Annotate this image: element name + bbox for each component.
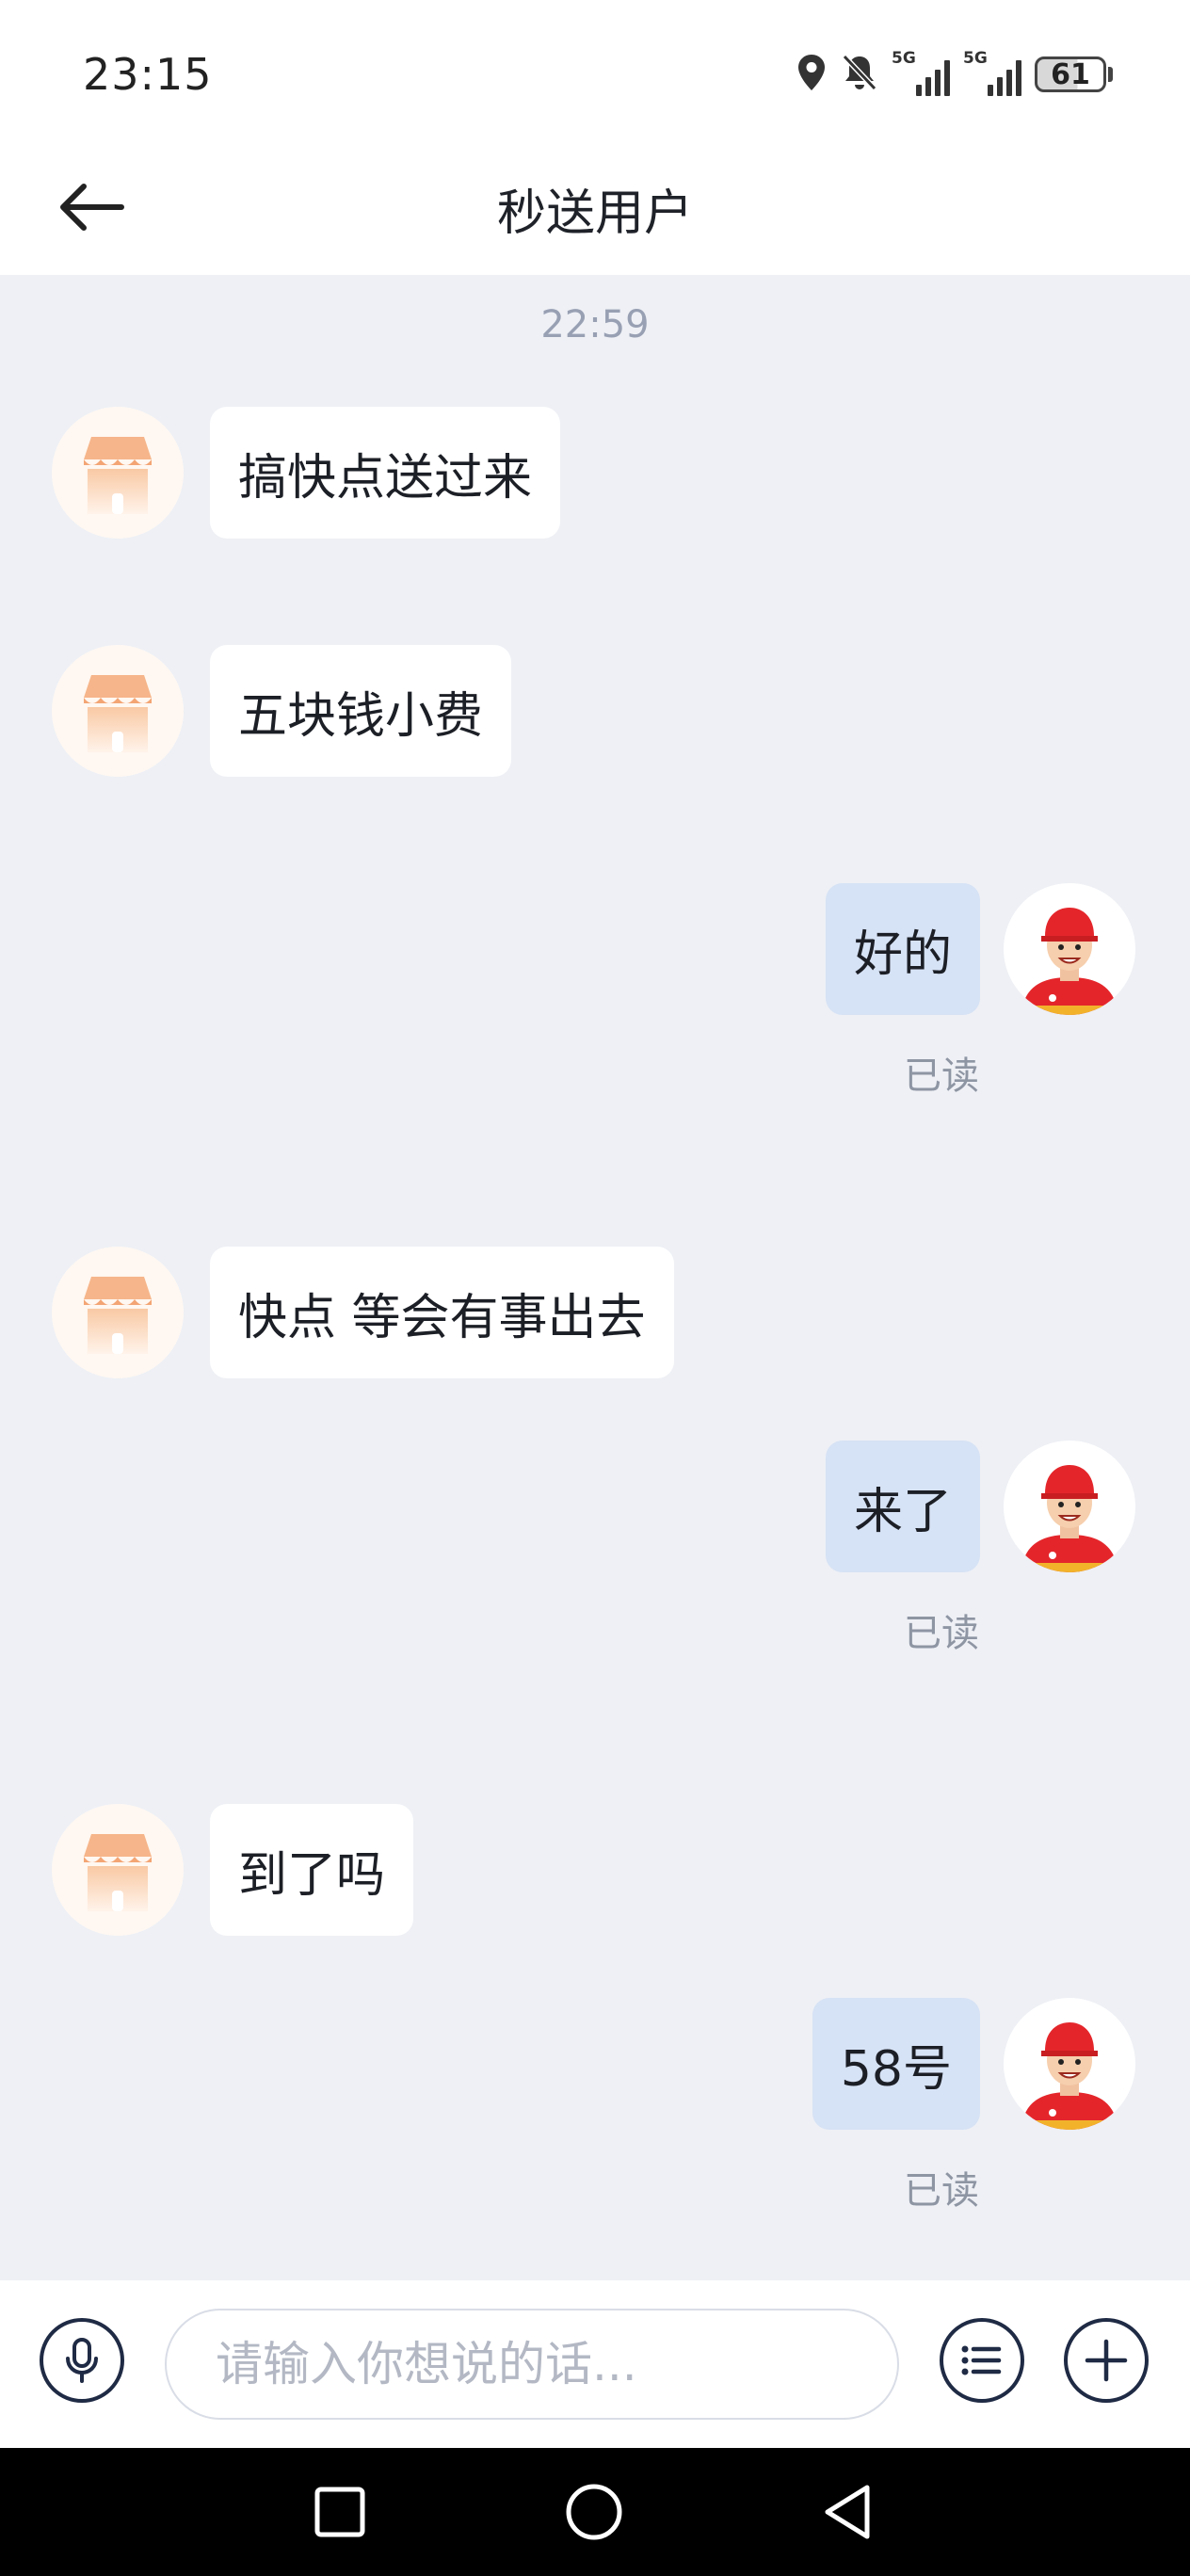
outgoing-message[interactable]: 来了	[825, 1441, 980, 1572]
message-timestamp: 22:59	[540, 303, 650, 346]
more-options-button[interactable]	[1064, 2318, 1149, 2403]
quick-reply-button[interactable]	[940, 2318, 1024, 2403]
store-avatar[interactable]	[52, 1804, 184, 1936]
list-icon	[961, 2345, 1002, 2375]
network-type-label: 5G	[963, 49, 988, 68]
chat-header: 秒送用户	[0, 141, 1190, 275]
read-status: 已读	[904, 1055, 979, 1098]
status-time: 23:15	[83, 49, 213, 100]
outgoing-message[interactable]: 好的	[825, 883, 980, 1015]
home-circle-icon	[566, 2484, 622, 2540]
microphone-icon	[66, 2338, 98, 2383]
store-avatar[interactable]	[52, 1247, 184, 1378]
incoming-message[interactable]: 到了吗	[210, 1804, 414, 1936]
status-icons: 5G 5G 61	[796, 47, 1113, 102]
courier-avatar[interactable]	[1004, 1998, 1135, 2130]
back-nav-button[interactable]	[801, 2469, 895, 2555]
store-avatar[interactable]	[52, 407, 184, 539]
recents-button[interactable]	[293, 2469, 387, 2555]
message-input[interactable]	[165, 2309, 899, 2420]
plus-icon	[1085, 2339, 1128, 2382]
recents-square-icon	[314, 2487, 365, 2537]
store-avatar[interactable]	[52, 645, 184, 777]
signal-icon: 5G	[892, 49, 950, 96]
signal-icon: 5G	[963, 49, 1021, 96]
incoming-message[interactable]: 五块钱小费	[210, 645, 512, 777]
courier-avatar[interactable]	[1004, 1441, 1135, 1572]
system-nav-bar	[0, 2448, 1190, 2576]
status-bar: 23:15 5G 5G 61	[0, 0, 1190, 141]
location-icon	[796, 53, 828, 96]
voice-button[interactable]	[40, 2318, 124, 2403]
incoming-message[interactable]: 快点 等会有事出去	[210, 1247, 674, 1378]
battery-level: 61	[1035, 56, 1106, 92]
network-type-label: 5G	[892, 49, 916, 68]
page-title: 秒送用户	[496, 185, 693, 242]
chat-area[interactable]: 22:59 搞快点送过来 五块钱小费 好的 已读 快点 等会有事出去 来了 已读	[0, 275, 1190, 2280]
battery-icon: 61	[1035, 56, 1113, 92]
input-bar	[0, 2280, 1190, 2448]
read-status: 已读	[904, 1612, 979, 1655]
home-button[interactable]	[547, 2469, 641, 2555]
read-status: 已读	[904, 2169, 979, 2213]
outgoing-message[interactable]: 58号	[812, 1998, 980, 2130]
courier-avatar[interactable]	[1004, 883, 1135, 1015]
incoming-message[interactable]: 搞快点送过来	[210, 407, 561, 539]
bell-muted-icon	[841, 53, 878, 96]
back-triangle-icon	[825, 2485, 870, 2539]
